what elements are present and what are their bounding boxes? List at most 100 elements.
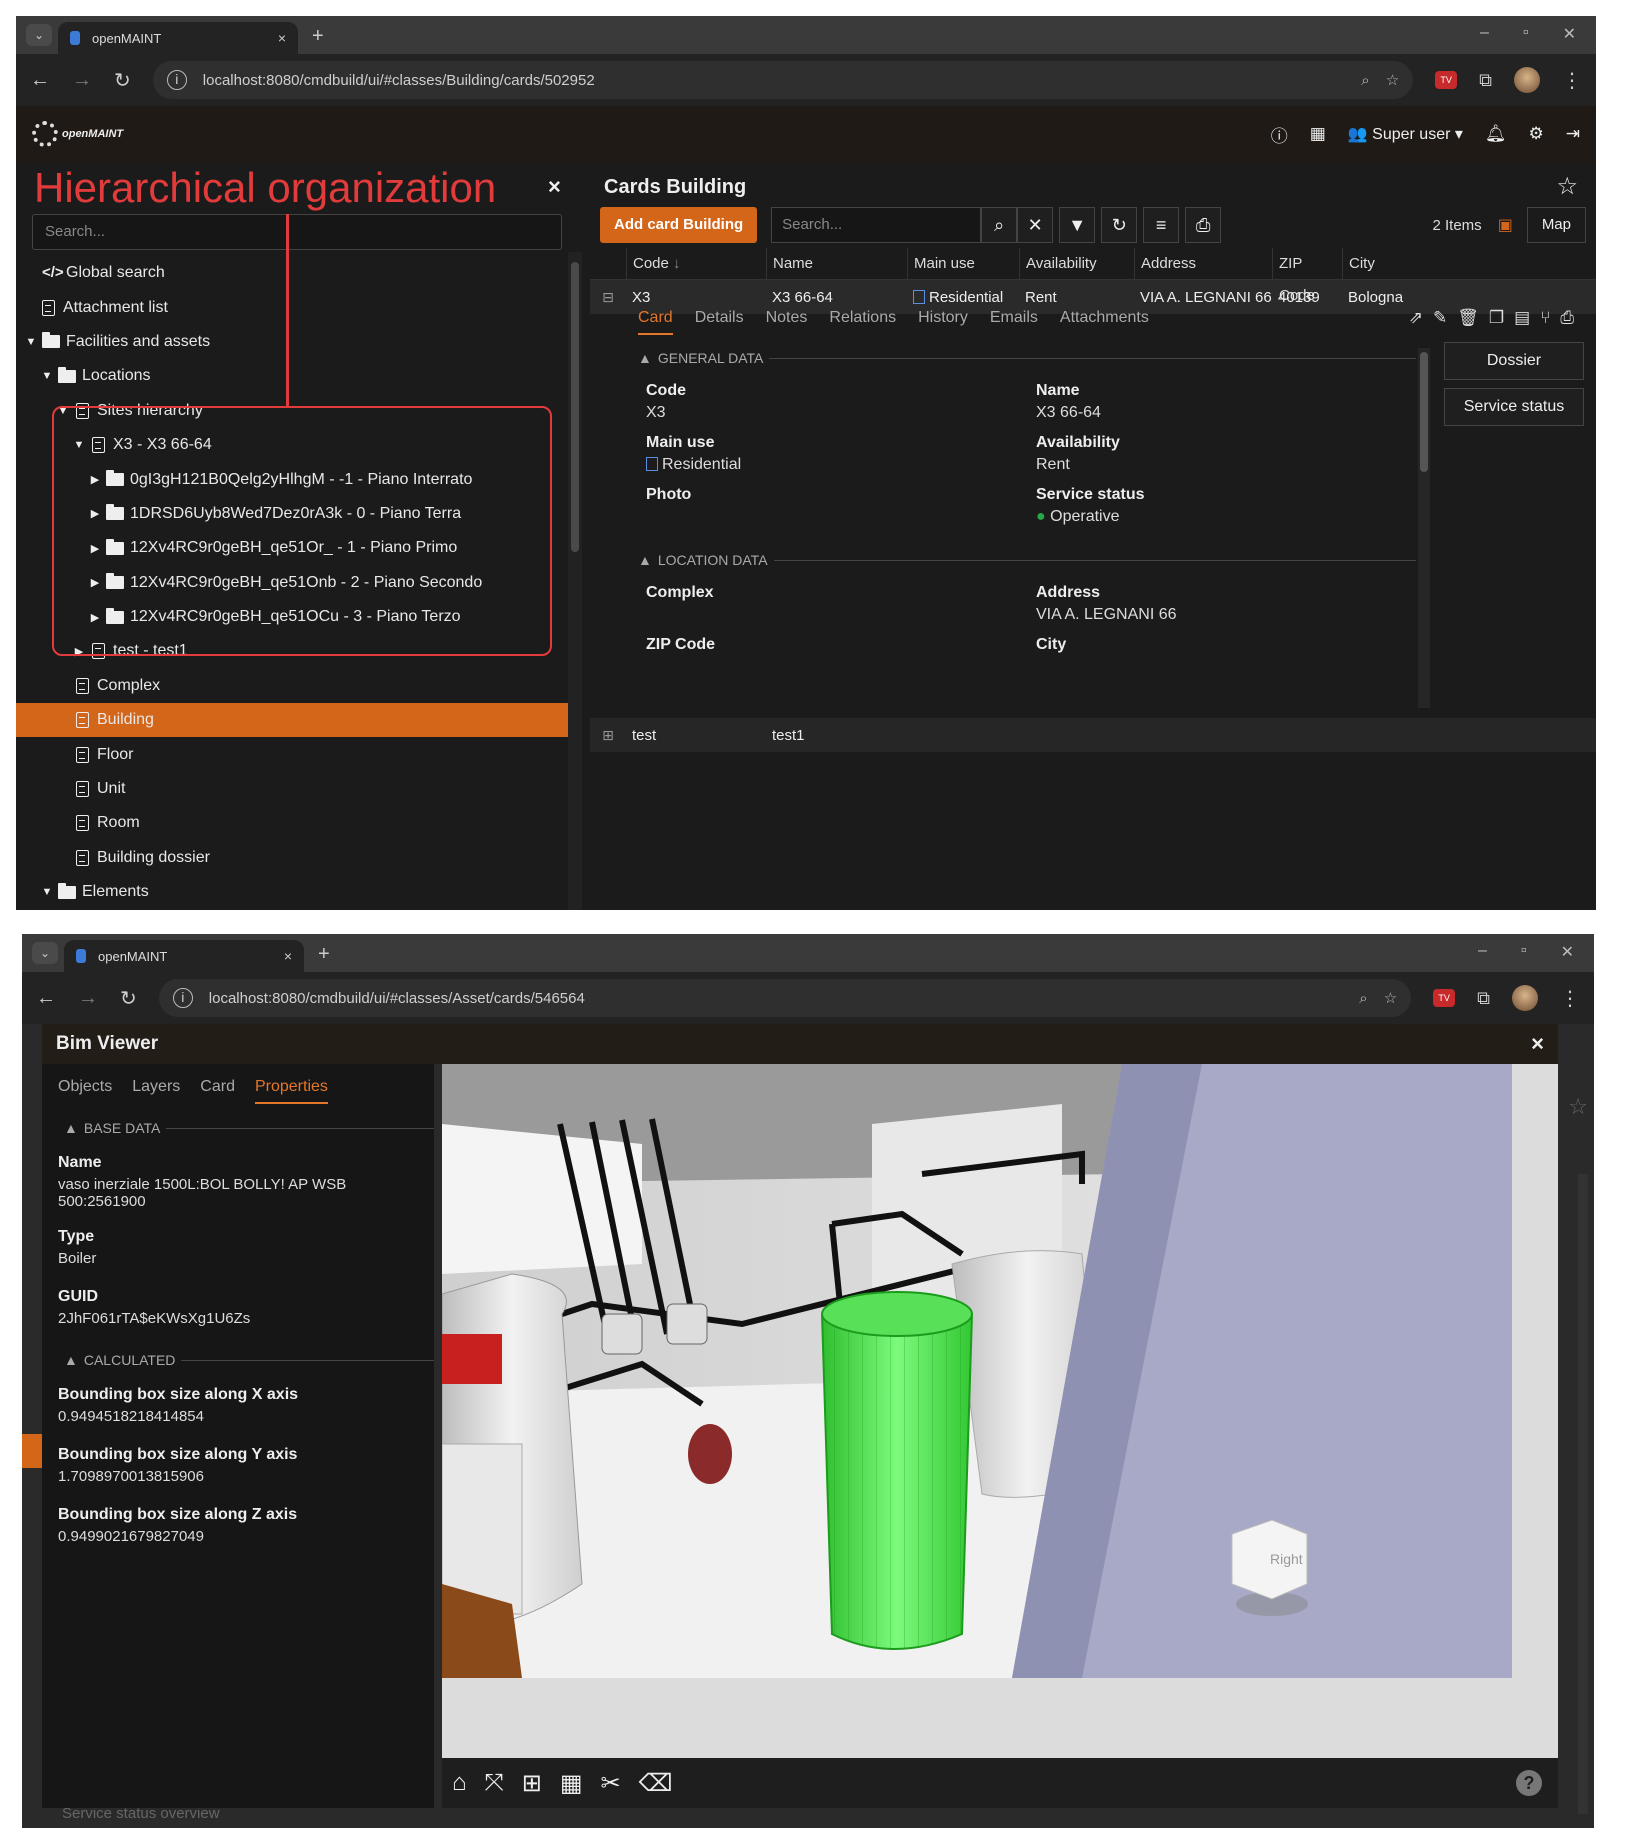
- clone-icon[interactable]: ❐: [1489, 308, 1504, 328]
- maximize-icon[interactable]: ▫: [1521, 942, 1527, 962]
- tab-history[interactable]: History: [918, 309, 968, 327]
- caret-down-icon[interactable]: ▼: [40, 886, 54, 898]
- caret-down-icon[interactable]: ▼: [40, 370, 54, 382]
- caret-right-icon[interactable]: ▶: [88, 473, 102, 486]
- browser-tab[interactable]: openMAINT ×: [64, 940, 304, 972]
- tree-item-facilities[interactable]: ▼ Facilities and assets: [16, 325, 568, 359]
- print-icon[interactable]: ⎙: [1185, 207, 1222, 243]
- tab-card[interactable]: Card: [638, 309, 673, 335]
- column-city[interactable]: City: [1342, 247, 1452, 280]
- caret-right-icon[interactable]: ▶: [88, 611, 102, 624]
- nav-search-input[interactable]: Search...: [32, 214, 562, 250]
- calendar-icon[interactable]: ▦: [1310, 124, 1326, 144]
- url-bar[interactable]: i localhost:8080/cmdbuild/ui/#classes/As…: [158, 979, 1412, 1017]
- tab-emails[interactable]: Emails: [990, 309, 1038, 327]
- home-view-icon[interactable]: ⌂: [452, 1769, 467, 1797]
- bookmark-star-icon[interactable]: ☆: [1386, 71, 1399, 89]
- fit-view-icon[interactable]: ⤧: [485, 1769, 504, 1797]
- profile-avatar[interactable]: [1512, 985, 1538, 1011]
- openmaint-logo[interactable]: openMAINT: [32, 121, 123, 147]
- caret-right-icon[interactable]: ▶: [72, 645, 86, 658]
- extension-tv-icon[interactable]: TV: [1433, 989, 1456, 1007]
- site-info-icon[interactable]: i: [166, 70, 187, 90]
- minimize-icon[interactable]: –: [1478, 942, 1487, 962]
- relation-graph-icon[interactable]: ⑂: [1540, 308, 1550, 328]
- save-filter-icon[interactable]: ▣: [1498, 215, 1513, 235]
- tree-item-building[interactable]: Building: [16, 703, 568, 738]
- new-tab-button[interactable]: +: [318, 943, 330, 966]
- add-card-button[interactable]: Add card Building: [600, 207, 758, 243]
- calculated-section[interactable]: ▲ CALCULATED: [64, 1352, 434, 1368]
- caret-right-icon[interactable]: ▶: [88, 542, 102, 555]
- bim-3d-viewport[interactable]: Right: [442, 1064, 1558, 1758]
- tree-item-floor[interactable]: ▶ 12Xv4RC9r0geBH_qe51Onb - 2 - Piano Seco…: [16, 566, 568, 600]
- site-info-icon[interactable]: i: [172, 988, 193, 1008]
- tree-item-test[interactable]: ▶ test - test1: [16, 634, 568, 668]
- column-name[interactable]: Name: [766, 247, 907, 280]
- caret-right-icon[interactable]: ▶: [88, 507, 102, 520]
- edit-pencil-icon[interactable]: ✎: [1433, 308, 1447, 328]
- tree-item-attachment-list[interactable]: Attachment list: [16, 290, 568, 324]
- detail-scrollbar[interactable]: [1418, 348, 1430, 708]
- tree-item-floor-class[interactable]: Floor: [16, 737, 568, 771]
- tab-relations[interactable]: Relations: [829, 309, 896, 327]
- tree-item-floor[interactable]: ▶ 0gI3gH121B0Qelg2yHlhgM - -1 - Piano Int…: [16, 462, 568, 496]
- expand-row-icon[interactable]: ⊞: [590, 727, 626, 744]
- gear-icon[interactable]: ⚙: [1529, 124, 1544, 144]
- page-scrollbar[interactable]: [1578, 1174, 1588, 1814]
- profile-avatar[interactable]: [1514, 67, 1540, 93]
- url-bar[interactable]: i localhost:8080/cmdbuild/ui/#classes/Bu…: [152, 61, 1414, 99]
- favorite-star-icon[interactable]: ☆: [1556, 172, 1578, 201]
- tree-item-x3[interactable]: ▼ X3 - X3 66-64: [16, 428, 568, 462]
- column-zip[interactable]: ZIP Code: [1272, 247, 1342, 304]
- extension-tv-icon[interactable]: TV: [1435, 71, 1458, 89]
- new-tab-button[interactable]: +: [312, 25, 324, 48]
- close-panel-icon[interactable]: ×: [548, 174, 561, 200]
- close-window-icon[interactable]: ✕: [1561, 942, 1574, 962]
- tree-item-building-dossier[interactable]: Building dossier: [16, 841, 568, 875]
- section-cut-icon[interactable]: ✂: [601, 1769, 621, 1798]
- info-icon[interactable]: ⓘ: [1271, 122, 1288, 147]
- location-data-section[interactable]: ▲ LOCATION DATA: [638, 552, 1416, 568]
- open-external-icon[interactable]: ⇗: [1409, 308, 1423, 328]
- tree-item-locations[interactable]: ▼ Locations: [16, 359, 568, 393]
- column-availability[interactable]: Availability: [1019, 247, 1134, 280]
- building-report-icon[interactable]: ▤: [1514, 308, 1530, 328]
- tab-details[interactable]: Details: [695, 309, 744, 327]
- user-menu[interactable]: 👥 Super user ▾: [1348, 124, 1463, 144]
- forward-icon[interactable]: →: [78, 987, 98, 1010]
- search-icon[interactable]: ⌕: [981, 207, 1018, 243]
- tab-layers[interactable]: Layers: [132, 1078, 180, 1104]
- tab-close-icon[interactable]: ×: [278, 30, 286, 46]
- table-row[interactable]: ⊞ test test1: [590, 718, 1596, 752]
- reload-icon[interactable]: ↻: [114, 68, 131, 93]
- tab-close-icon[interactable]: ×: [284, 948, 292, 964]
- clear-search-icon[interactable]: ✕: [1017, 207, 1054, 243]
- tree-item-floor[interactable]: ▶ 1DRSD6Uyb8Wed7Dez0rA3k - 0 - Piano Terr…: [16, 497, 568, 531]
- browser-menu-icon[interactable]: ⋮: [1562, 68, 1582, 93]
- tree-item-unit[interactable]: Unit: [16, 772, 568, 806]
- refresh-icon[interactable]: ↻: [1101, 207, 1138, 243]
- column-address[interactable]: Address: [1134, 247, 1272, 280]
- back-icon[interactable]: ←: [30, 69, 50, 92]
- tree-item-global-search[interactable]: </> Global search: [16, 256, 568, 290]
- tree-item-room[interactable]: Room: [16, 806, 568, 840]
- close-window-icon[interactable]: ✕: [1563, 24, 1576, 44]
- service-status-button[interactable]: Service status: [1444, 388, 1584, 426]
- tab-notes[interactable]: Notes: [766, 309, 808, 327]
- browser-menu-icon[interactable]: ⋮: [1560, 986, 1580, 1011]
- help-icon[interactable]: ?: [1516, 1770, 1542, 1796]
- close-bim-viewer-icon[interactable]: ×: [1531, 1031, 1544, 1057]
- eraser-icon[interactable]: ⌫: [639, 1769, 673, 1798]
- maximize-icon[interactable]: ▫: [1523, 24, 1529, 44]
- tree-item-sites-hierarchy[interactable]: ▼ Sites hierarchy: [16, 394, 568, 428]
- bookmark-star-icon[interactable]: ☆: [1384, 989, 1397, 1007]
- minimize-icon[interactable]: –: [1480, 24, 1489, 44]
- tree-item-floor[interactable]: ▶ 12Xv4RC9r0geBH_qe51OCu - 3 - Piano Terz…: [16, 600, 568, 634]
- tree-item-complex[interactable]: Complex: [16, 669, 568, 703]
- tab-search-button[interactable]: ⌄: [32, 942, 58, 964]
- caret-down-icon[interactable]: ▼: [24, 336, 38, 348]
- caret-down-icon[interactable]: ▼: [56, 405, 70, 417]
- cards-search-input[interactable]: Search...: [771, 207, 982, 243]
- delete-icon[interactable]: 🗑︎: [1457, 308, 1479, 328]
